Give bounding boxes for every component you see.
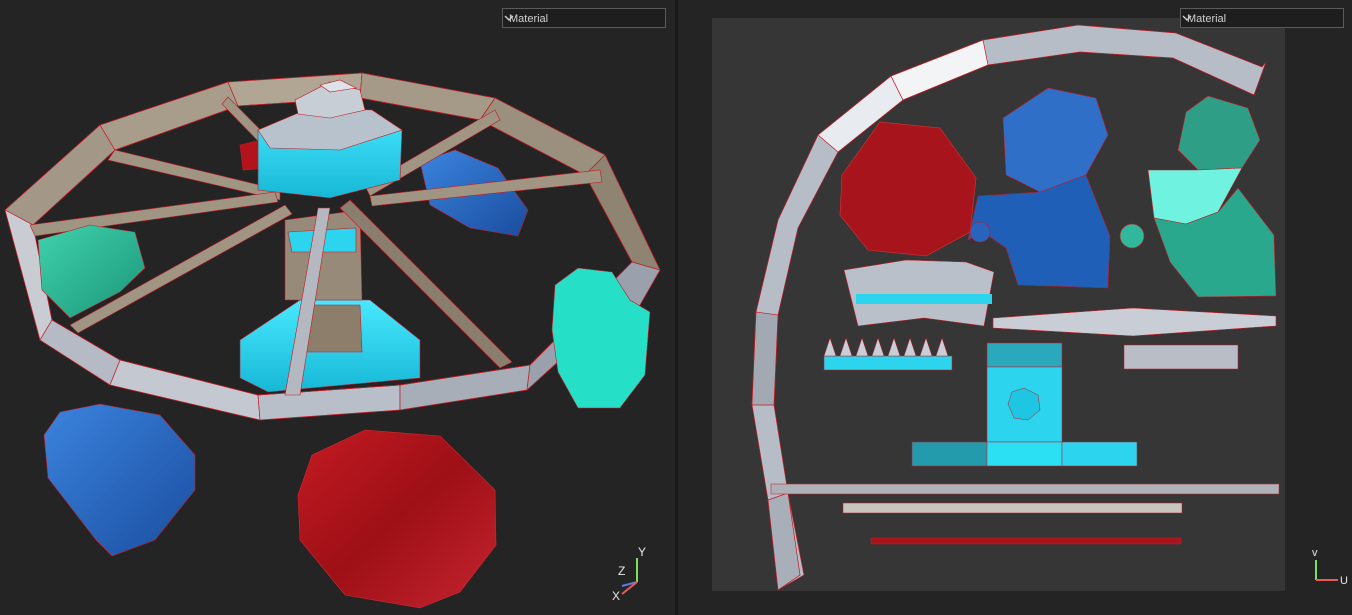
viewport-3d[interactable]: Y Z X Material bbox=[0, 0, 675, 615]
u-axis-label: U bbox=[1340, 575, 1348, 587]
z-axis-label: Z bbox=[618, 564, 625, 578]
uv-island-strip-2[interactable] bbox=[842, 502, 1183, 514]
viewport-uv[interactable]: v U Material bbox=[678, 0, 1352, 615]
chevron-down-icon bbox=[504, 15, 514, 21]
x-axis-label: X bbox=[612, 589, 620, 603]
uv-island-strip-small[interactable] bbox=[1123, 344, 1239, 370]
uv-island-strip-1[interactable] bbox=[770, 483, 1280, 495]
uv-axis-gizmo: v U bbox=[1312, 547, 1348, 587]
material-select[interactable]: Material bbox=[1180, 8, 1344, 28]
material-select[interactable]: Material bbox=[502, 8, 666, 28]
model-render[interactable]: Y Z X bbox=[0, 0, 675, 615]
uv-island-hub-top[interactable] bbox=[843, 259, 995, 327]
uv-island-hub-band[interactable] bbox=[856, 294, 992, 304]
uv-island-strip-3[interactable] bbox=[870, 537, 1182, 545]
y-axis-label: Y bbox=[638, 545, 646, 559]
seat-red-front[interactable] bbox=[297, 429, 497, 609]
chevron-down-icon bbox=[1182, 15, 1192, 21]
seat-blue-front[interactable] bbox=[43, 403, 196, 557]
v-axis-label: v bbox=[1312, 547, 1318, 559]
uv-layout[interactable]: v U bbox=[678, 0, 1352, 615]
axis-gizmo: Y Z X bbox=[612, 545, 646, 603]
